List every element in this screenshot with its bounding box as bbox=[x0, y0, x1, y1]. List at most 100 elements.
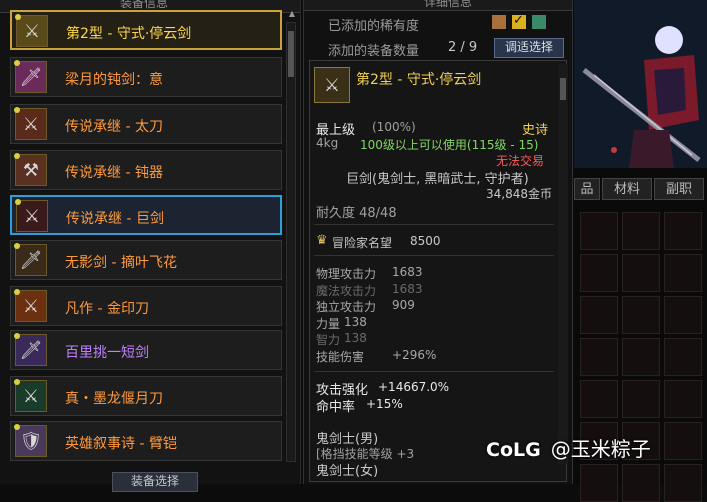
equipment-item-label: 传说承继 - 巨剑 bbox=[66, 211, 164, 227]
item-level-requirement: 100级以上可以使用(115级 - 15) bbox=[360, 138, 539, 152]
scrollbar-thumb[interactable] bbox=[288, 31, 294, 77]
equipment-item[interactable]: ⚔ 凡作 - 金印刀 bbox=[10, 286, 282, 326]
item-trade-status: 无法交易 bbox=[496, 154, 545, 168]
scroll-up-arrow-icon[interactable]: ▲ bbox=[287, 9, 297, 21]
character-tabs: 品材料 副职 bbox=[574, 178, 707, 202]
fame-label: 冒险家名望 bbox=[332, 236, 393, 250]
rarity-dot-icon bbox=[14, 153, 20, 159]
watermark: CoLG @玉米粽子 bbox=[486, 433, 651, 462]
inventory-slot[interactable] bbox=[580, 464, 618, 502]
detail-info-header: 详细信息 bbox=[304, 0, 572, 11]
inventory-slot[interactable] bbox=[664, 464, 702, 502]
inventory-slot[interactable] bbox=[622, 254, 660, 292]
inventory-slot[interactable] bbox=[580, 296, 618, 334]
equipment-item-label: 无影剑 - 摘叶飞花 bbox=[65, 255, 177, 271]
gauntlet-icon: 🛡 bbox=[15, 425, 47, 457]
rarity-dot-icon bbox=[15, 14, 21, 20]
equipment-item-label: 传说承继 - 太刀 bbox=[65, 119, 163, 135]
inventory-slot[interactable] bbox=[580, 212, 618, 250]
item-grade-percent: (100%) bbox=[372, 120, 416, 134]
stat-label: 物理攻击力 bbox=[316, 267, 377, 281]
dragon-blade-icon: ⚔ bbox=[15, 380, 47, 412]
inventory-slot[interactable] bbox=[580, 254, 618, 292]
katana-icon: ⚔ bbox=[15, 108, 47, 140]
rarity-dot-icon bbox=[14, 333, 20, 339]
character-tab[interactable]: 副职 bbox=[654, 178, 704, 200]
equipment-item[interactable]: ⚔ 真・墨龙偃月刀 bbox=[10, 376, 282, 416]
rarity-checkbox-checked[interactable]: ✓ bbox=[512, 13, 526, 29]
character-tab[interactable]: 品 bbox=[574, 178, 600, 200]
colg-logo: CoLG bbox=[486, 439, 541, 461]
item-price: 34,848金币 bbox=[486, 187, 552, 201]
stat-value: 138 bbox=[344, 331, 367, 345]
detail-info-panel: 详细信息 已添加的稀有度 ✓ 添加的装备数量 2 / 9 调适选择 ⚔ 第2型 … bbox=[303, 0, 573, 484]
item-weight: 4kg bbox=[316, 136, 339, 150]
rarity-dot-icon bbox=[14, 107, 20, 113]
equipment-item[interactable]: ⚔ 第2型 - 守式·停云剑 bbox=[10, 10, 282, 50]
stat-value: 138 bbox=[344, 314, 367, 329]
inventory-slot[interactable] bbox=[622, 464, 660, 502]
equipment-select-button[interactable]: 装备选择 bbox=[112, 472, 198, 492]
inventory-slot[interactable] bbox=[664, 380, 702, 418]
rarity-dot-icon bbox=[14, 243, 20, 249]
inventory-slot[interactable] bbox=[664, 254, 702, 292]
inventory-slot[interactable] bbox=[622, 296, 660, 334]
equipment-item-label: 凡作 - 金印刀 bbox=[65, 301, 149, 317]
adjust-selection-button[interactable]: 调适选择 bbox=[494, 38, 564, 58]
equipment-item[interactable]: 🗡 百里挑一短剑 bbox=[10, 330, 282, 370]
detail-scrollbar-thumb[interactable] bbox=[560, 78, 566, 100]
inventory-slot[interactable] bbox=[664, 296, 702, 334]
equipment-item-label: 英雄叙事诗 - 臂铠 bbox=[65, 436, 177, 452]
rarity-dot-icon bbox=[14, 379, 20, 385]
stat-value: +296% bbox=[392, 347, 437, 362]
equipment-item[interactable]: 🗡 梁月的钝剑：意 bbox=[10, 57, 282, 97]
equipment-item[interactable]: ⚒ 传说承继 - 钝器 bbox=[10, 150, 282, 190]
shadow-sword-icon: 🗡 bbox=[15, 244, 47, 276]
inventory-slot[interactable] bbox=[664, 338, 702, 376]
greatsword-icon: ⚔ bbox=[16, 200, 48, 232]
equipment-list-panel: 装备信息 ⚔ 第2型 - 守式·停云剑 🗡 梁月的钝剑：意 ⚔ 传说承继 - 太刀 ⚒ 传说承… bbox=[0, 0, 301, 492]
stat-label: 智力 bbox=[316, 333, 341, 347]
golden-blade-icon: ⚔ bbox=[15, 290, 47, 322]
character-tab[interactable]: 材料 bbox=[602, 178, 652, 200]
check-icon: ✓ bbox=[513, 13, 524, 28]
sword-icon: ⚔ bbox=[16, 15, 48, 47]
character-panel: 品材料 副职 bbox=[574, 0, 707, 502]
inventory-slot[interactable] bbox=[622, 380, 660, 418]
detail-scrollbar[interactable] bbox=[558, 64, 568, 464]
fame-icon: ♛ bbox=[316, 233, 328, 248]
rarity-dot-icon bbox=[14, 60, 20, 66]
inventory-slot[interactable] bbox=[580, 338, 618, 376]
stat-value: 1683 bbox=[392, 281, 423, 296]
divider bbox=[314, 224, 554, 225]
equipment-item[interactable]: ⚔ 传说承继 - 巨剑 bbox=[10, 195, 282, 235]
equipment-item[interactable]: 🛡 英雄叙事诗 - 臂铠 bbox=[10, 421, 282, 461]
club-icon: ⚒ bbox=[15, 154, 47, 186]
item-durability: 耐久度 48/48 bbox=[316, 206, 397, 221]
stat-label: 技能伤害 bbox=[316, 349, 365, 364]
inventory-slot[interactable] bbox=[622, 212, 660, 250]
fame-value: 8500 bbox=[410, 234, 441, 248]
inventory-slot[interactable] bbox=[664, 422, 702, 460]
divider bbox=[314, 371, 554, 372]
rarity-dot-icon bbox=[14, 424, 20, 430]
inventory-slot[interactable] bbox=[622, 338, 660, 376]
equipment-item-label: 第2型 - 守式·停云剑 bbox=[66, 26, 192, 42]
blunt-sword-icon: 🗡 bbox=[15, 61, 47, 93]
inventory-slot[interactable] bbox=[580, 380, 618, 418]
equipment-item[interactable]: ⚔ 传说承继 - 太刀 bbox=[10, 104, 282, 144]
count-value: 2 / 9 bbox=[448, 40, 478, 55]
detail-info-title: 详细信息 bbox=[424, 0, 473, 9]
class-restriction-2: 鬼剑士(女) bbox=[316, 464, 379, 479]
rarity-dot-icon bbox=[15, 199, 21, 205]
inventory-slot[interactable] bbox=[664, 212, 702, 250]
equipment-list-scrollbar[interactable]: ▲ bbox=[286, 9, 296, 462]
equipment-item-label: 梁月的钝剑：意 bbox=[65, 72, 163, 88]
rarity-label: 已添加的稀有度 bbox=[328, 19, 420, 34]
rarity-checkbox[interactable] bbox=[492, 15, 506, 29]
divider bbox=[314, 255, 554, 256]
equipment-item[interactable]: 🗡 无影剑 - 摘叶飞花 bbox=[10, 240, 282, 280]
hit-value: +15% bbox=[366, 397, 403, 411]
rarity-checkbox[interactable] bbox=[532, 15, 546, 29]
equipment-item-label: 百里挑一短剑 bbox=[65, 345, 149, 361]
